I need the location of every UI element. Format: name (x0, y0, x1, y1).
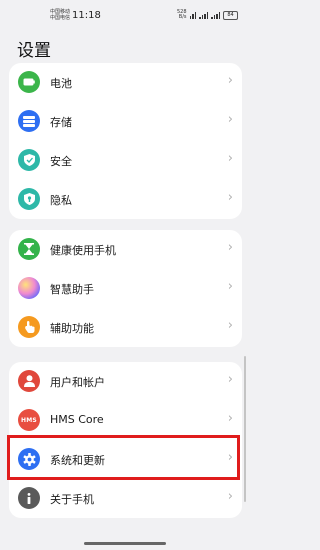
settings-item-label: 存储 (50, 116, 72, 129)
network-speed: 528 B/s (177, 10, 187, 20)
settings-item-label: HMS Core (50, 413, 104, 426)
settings-item-privacy[interactable]: 隐私 › (9, 180, 242, 219)
assistant-icon (18, 277, 40, 299)
settings-item-smart-assistant[interactable]: 智慧助手 › (9, 269, 242, 308)
settings-item-label: 隐私 (50, 194, 72, 207)
battery-indicator: 84 (223, 10, 238, 20)
hourglass-icon (18, 238, 40, 260)
chevron-right-icon: › (227, 112, 233, 127)
chevron-right-icon: › (227, 190, 233, 205)
status-time: 11:18 (72, 10, 101, 21)
chevron-right-icon: › (227, 489, 233, 504)
user-icon (18, 370, 40, 392)
page-title: 设置 (17, 41, 51, 61)
highlight-annotation-box (7, 435, 240, 480)
carrier-2: 中国电信 (50, 15, 71, 21)
settings-item-storage[interactable]: 存储 › (9, 102, 242, 141)
settings-item-accessibility[interactable]: 辅助功能 › (9, 308, 242, 347)
chevron-right-icon: › (227, 151, 233, 166)
chevron-right-icon: › (227, 279, 233, 294)
signal-icon (199, 11, 208, 19)
settings-group-device: 电池 › 存储 › 安全 › 隐私 › (9, 63, 242, 219)
settings-item-label: 智慧助手 (50, 283, 94, 296)
chevron-right-icon: › (227, 372, 233, 387)
hms-icon: HMS (18, 409, 40, 431)
hand-icon (18, 316, 40, 338)
settings-item-label: 关于手机 (50, 493, 94, 506)
status-indicators: 528 B/s 84 (177, 10, 238, 20)
status-bar: 中国移动 中国电信 11:18 528 B/s 84 (0, 0, 250, 24)
battery-icon (18, 71, 40, 93)
settings-item-digital-balance[interactable]: 健康使用手机 › (9, 230, 242, 269)
chevron-right-icon: › (227, 73, 233, 88)
carrier-labels: 中国移动 中国电信 (50, 9, 70, 21)
privacy-icon (18, 188, 40, 210)
settings-item-battery[interactable]: 电池 › (9, 63, 242, 102)
chevron-right-icon: › (227, 240, 233, 255)
scrollbar[interactable] (244, 356, 246, 502)
gesture-navigation-bar[interactable] (84, 542, 166, 545)
signal-icon-2 (211, 11, 220, 19)
settings-item-label: 用户和帐户 (50, 376, 105, 389)
settings-item-users-accounts[interactable]: 用户和帐户 › (9, 362, 242, 401)
info-icon (18, 487, 40, 509)
settings-item-label: 安全 (50, 155, 72, 168)
chevron-right-icon: › (227, 318, 233, 333)
settings-group-assist: 健康使用手机 › 智慧助手 › 辅助功能 › (9, 230, 242, 347)
settings-item-security[interactable]: 安全 › (9, 141, 242, 180)
wifi-icon (189, 11, 196, 19)
settings-item-label: 健康使用手机 (50, 244, 116, 257)
hms-icon-text: HMS (21, 416, 37, 424)
settings-item-label: 辅助功能 (50, 322, 94, 335)
settings-item-about-phone[interactable]: 关于手机 › (9, 479, 242, 518)
settings-item-label: 电池 (50, 77, 72, 90)
storage-icon (18, 110, 40, 132)
network-speed-unit: B/s (178, 14, 187, 20)
chevron-right-icon: › (227, 411, 233, 426)
shield-icon (18, 149, 40, 171)
